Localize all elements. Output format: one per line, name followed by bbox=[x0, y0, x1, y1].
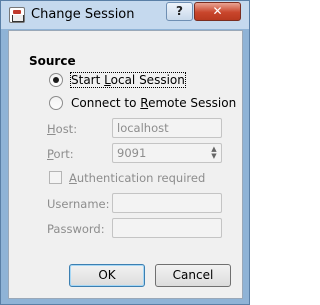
port-label: Port: bbox=[47, 147, 74, 161]
authentication-checkbox[interactable] bbox=[49, 171, 62, 184]
authentication-label: Authentication required bbox=[69, 171, 206, 185]
window-title: Change Session bbox=[31, 7, 135, 22]
radio-indicator[interactable] bbox=[49, 96, 63, 110]
cancel-button[interactable]: Cancel bbox=[155, 264, 231, 287]
session-app-icon bbox=[9, 7, 25, 23]
ok-button[interactable]: OK bbox=[69, 264, 145, 287]
username-input[interactable] bbox=[112, 193, 222, 213]
start-local-session-label: Start Local Session bbox=[70, 72, 186, 88]
source-heading: Source bbox=[29, 54, 76, 68]
password-input[interactable] bbox=[112, 218, 222, 238]
port-spinbox[interactable]: 9091 ▲ ▼ bbox=[112, 143, 222, 163]
radio-indicator-checked[interactable] bbox=[49, 73, 63, 87]
help-button[interactable]: ? bbox=[166, 2, 193, 21]
title-bar[interactable]: Change Session ? ✕ bbox=[1, 1, 249, 29]
dialog-body: Source Start Local Session Connect to Re… bbox=[8, 30, 243, 299]
host-label: Host: bbox=[47, 122, 78, 136]
close-button[interactable]: ✕ bbox=[194, 2, 241, 21]
spin-arrows-icon[interactable]: ▲ ▼ bbox=[210, 146, 218, 160]
password-label: Password: bbox=[47, 222, 105, 236]
change-session-dialog: Change Session ? ✕ Source Start Local Se… bbox=[0, 0, 250, 305]
username-label: Username: bbox=[47, 197, 110, 211]
host-input[interactable]: localhost bbox=[112, 118, 222, 138]
port-value: 9091 bbox=[117, 146, 147, 160]
connect-remote-session-label: Connect to Remote Session bbox=[71, 96, 237, 110]
